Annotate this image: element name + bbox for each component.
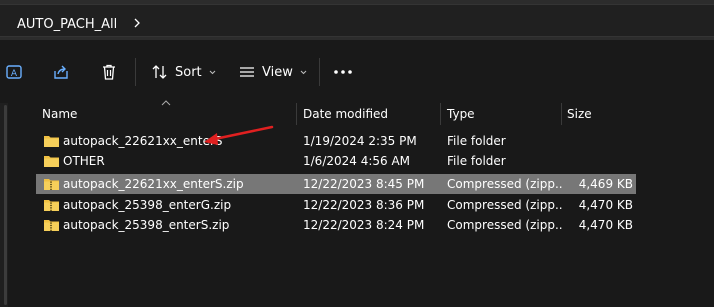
column-date-modified[interactable]: Date modified bbox=[303, 107, 388, 125]
divider bbox=[135, 58, 136, 86]
chevron-down-icon bbox=[209, 70, 216, 74]
chevron-down-icon bbox=[300, 70, 307, 74]
file-type: Compressed (zipp... bbox=[447, 198, 563, 212]
share-icon[interactable] bbox=[51, 62, 71, 82]
zip-folder-icon bbox=[44, 179, 59, 190]
column-header: Name Date modified Type Size bbox=[0, 100, 714, 125]
file-date: 12/22/2023 8:36 PM bbox=[303, 198, 425, 212]
column-name[interactable]: Name bbox=[42, 107, 77, 125]
divider bbox=[319, 58, 320, 86]
sort-icon bbox=[152, 65, 167, 79]
file-row-4[interactable]: autopack_25398_enterS.zip 12/22/2023 8:2… bbox=[36, 215, 636, 235]
file-row-0[interactable]: autopack_22621xx_enterS 1/19/2024 2:35 P… bbox=[36, 131, 636, 151]
more-icon[interactable] bbox=[333, 62, 353, 82]
column-divider[interactable] bbox=[440, 103, 441, 125]
sort-label: Sort bbox=[175, 64, 202, 80]
svg-text:A: A bbox=[11, 69, 18, 79]
view-label: View bbox=[262, 64, 293, 80]
file-row-1[interactable]: OTHER 1/6/2024 4:56 AM File folder bbox=[36, 151, 636, 171]
view-button[interactable]: View bbox=[238, 61, 308, 83]
column-divider[interactable] bbox=[296, 103, 297, 125]
zip-folder-icon bbox=[44, 220, 59, 231]
folder-icon bbox=[44, 156, 59, 167]
chevron-right-icon[interactable] bbox=[130, 16, 144, 30]
file-type: File folder bbox=[447, 134, 506, 148]
file-name: autopack_22621xx_enterS.zip bbox=[63, 177, 244, 191]
sort-ascending-icon bbox=[161, 100, 171, 106]
column-type[interactable]: Type bbox=[447, 107, 475, 125]
command-bar: A Sort View bbox=[0, 40, 714, 103]
file-row-3[interactable]: autopack_25398_enterG.zip 12/22/2023 8:3… bbox=[36, 195, 636, 215]
breadcrumb-item-current[interactable]: AUTO_PACH_All bbox=[17, 17, 117, 32]
annotation-arrow-icon bbox=[204, 125, 274, 145]
view-icon bbox=[240, 67, 254, 77]
file-size: 4,469 KB bbox=[578, 177, 633, 191]
file-size: 4,470 KB bbox=[578, 218, 633, 232]
file-type: Compressed (zipp... bbox=[447, 218, 563, 232]
folder-icon bbox=[44, 136, 59, 147]
file-date: 1/19/2024 2:35 PM bbox=[303, 134, 417, 148]
column-divider[interactable] bbox=[561, 103, 562, 125]
delete-icon[interactable] bbox=[99, 62, 119, 82]
address-bar: AUTO_PACH_All bbox=[0, 0, 714, 40]
file-date: 1/6/2024 4:56 AM bbox=[303, 154, 411, 168]
file-date: 12/22/2023 8:24 PM bbox=[303, 218, 425, 232]
file-date: 12/22/2023 8:45 PM bbox=[303, 177, 425, 191]
scrollbar[interactable] bbox=[4, 105, 7, 305]
column-size[interactable]: Size bbox=[567, 107, 592, 125]
file-type: File folder bbox=[447, 154, 506, 168]
breadcrumb[interactable]: AUTO_PACH_All bbox=[0, 4, 714, 37]
file-name: autopack_25398_enterS.zip bbox=[63, 218, 230, 232]
file-size: 4,470 KB bbox=[578, 198, 633, 212]
zip-folder-icon bbox=[44, 200, 59, 211]
file-type: Compressed (zipp... bbox=[447, 177, 563, 191]
file-name: autopack_25398_enterG.zip bbox=[63, 198, 232, 212]
file-name: OTHER bbox=[63, 154, 105, 168]
navigation-pane[interactable] bbox=[0, 103, 8, 307]
sort-button[interactable]: Sort bbox=[151, 61, 217, 83]
file-row-2[interactable]: autopack_22621xx_enterS.zip 12/22/2023 8… bbox=[36, 174, 636, 194]
rename-icon[interactable]: A bbox=[4, 62, 24, 82]
